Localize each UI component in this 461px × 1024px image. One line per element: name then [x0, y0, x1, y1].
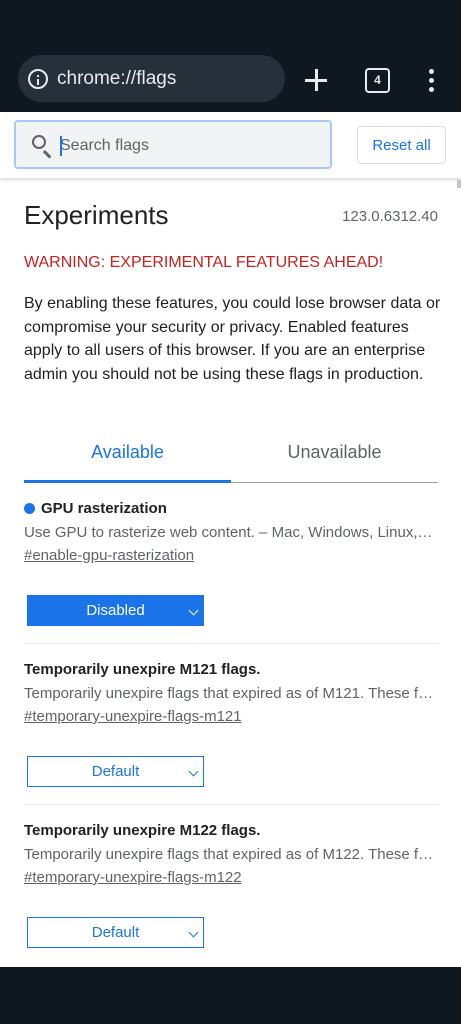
modified-dot-icon — [24, 502, 35, 514]
flag-link[interactable]: #temporary-unexpire-flags-m121 — [24, 708, 438, 728]
scrollbar-thumb[interactable] — [457, 180, 461, 188]
chevron-down-icon — [188, 927, 199, 938]
text-caret — [60, 136, 62, 156]
flag-name: GPU rasterization — [41, 499, 167, 517]
flag-state-select[interactable]: Default — [27, 917, 204, 948]
flag-item-unexpire-m122: Temporarily unexpire M122 flags. Tempora… — [24, 820, 438, 948]
url-text[interactable]: chrome://flags — [57, 68, 176, 90]
flag-item-unexpire-m121: Temporarily unexpire M121 flags. Tempora… — [24, 659, 438, 787]
flag-description: Temporarily unexpire flags that expired … — [24, 685, 434, 702]
system-navigation-bar — [0, 967, 461, 1024]
flag-state-value: Disabled — [86, 602, 145, 619]
flag-description: Use GPU to rasterize web content. – Mac,… — [24, 524, 434, 541]
reset-all-button[interactable]: Reset all — [357, 126, 446, 164]
flag-divider — [24, 643, 438, 644]
page-title: Experiments — [24, 200, 169, 230]
search-input[interactable] — [60, 134, 310, 158]
more-menu-icon[interactable] — [429, 69, 435, 93]
flag-state-value: Default — [91, 763, 140, 780]
flag-state-value: Default — [91, 924, 140, 941]
flags-page: Reset all Experiments 123.0.6312.40 WARN… — [0, 112, 461, 967]
chevron-down-icon — [188, 605, 199, 616]
flag-description: Temporarily unexpire flags that expired … — [24, 846, 434, 863]
status-bar — [0, 0, 461, 48]
search-box[interactable] — [14, 120, 332, 169]
browser-toolbar: chrome://flags 4 — [0, 48, 461, 112]
tab-unavailable[interactable]: Unavailable — [231, 442, 438, 463]
flag-divider — [24, 804, 438, 805]
flag-name: Temporarily unexpire M122 flags. — [24, 821, 261, 839]
tab-switcher-button[interactable]: 4 — [365, 68, 390, 93]
flag-state-select[interactable]: Default — [27, 756, 204, 787]
tab-available[interactable]: Available — [24, 442, 231, 463]
version-label: 123.0.6312.40 — [342, 208, 438, 225]
info-icon[interactable] — [28, 68, 48, 89]
warning-description: By enabling these features, you could lo… — [24, 295, 441, 383]
flag-state-select[interactable]: Disabled — [27, 595, 204, 626]
search-icon — [32, 135, 46, 149]
warning-text: WARNING: EXPERIMENTAL FEATURES AHEAD! — [24, 254, 384, 271]
flag-name: Temporarily unexpire M121 flags. — [24, 660, 261, 678]
new-tab-plus-icon[interactable] — [305, 69, 327, 91]
chevron-down-icon — [188, 766, 199, 777]
tab-selected-indicator — [24, 480, 231, 483]
flag-item-gpu-rasterization: GPU rasterization Use GPU to rasterize w… — [24, 498, 438, 626]
flag-link[interactable]: #enable-gpu-rasterization — [24, 547, 438, 567]
flags-header: Reset all — [0, 112, 461, 178]
omnibox[interactable]: chrome://flags — [18, 55, 285, 102]
flag-link[interactable]: #temporary-unexpire-flags-m122 — [24, 869, 438, 889]
